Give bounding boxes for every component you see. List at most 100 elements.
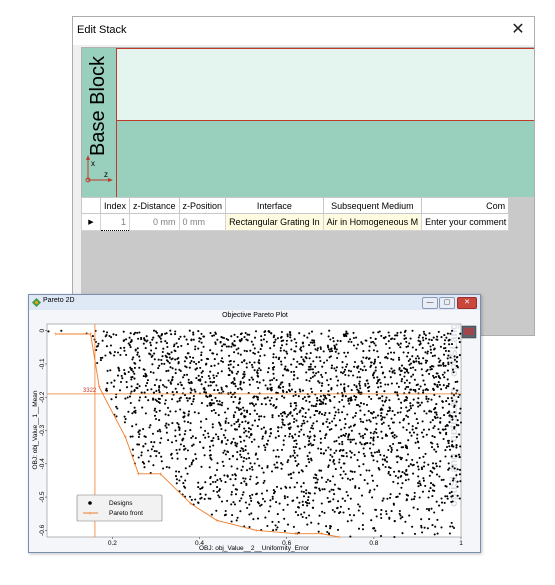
design-point [445, 336, 448, 339]
design-point [378, 450, 381, 454]
design-point [404, 446, 408, 449]
column-header-index[interactable]: Index [99, 197, 131, 214]
design-point [318, 403, 321, 406]
design-point [277, 455, 280, 458]
cell-comment[interactable]: Enter your comment [421, 213, 510, 231]
design-point [321, 510, 324, 513]
plot-settings-icon[interactable] [461, 325, 477, 339]
design-point [60, 329, 63, 332]
design-point [414, 368, 417, 372]
design-point [361, 369, 364, 372]
design-point [308, 437, 311, 440]
design-point [248, 503, 251, 506]
design-point [256, 425, 259, 428]
design-point [356, 343, 359, 346]
design-point [319, 395, 322, 398]
design-point [289, 455, 292, 458]
design-point [253, 336, 257, 339]
design-point [179, 335, 182, 338]
minimize-button[interactable]: — [422, 297, 438, 309]
design-point [255, 482, 258, 486]
maximize-button[interactable]: ▢ [439, 297, 455, 309]
design-point [283, 424, 286, 427]
row-indicator-icon[interactable]: ▶ [81, 213, 101, 231]
edit-stack-titlebar[interactable]: Edit Stack ✕ [73, 17, 534, 45]
design-point [271, 414, 274, 417]
cell-subsequent-medium[interactable]: Air in Homogeneous M [322, 213, 423, 231]
design-point [365, 469, 368, 472]
design-point [130, 338, 133, 342]
design-point [432, 344, 435, 347]
design-point [219, 340, 222, 343]
design-point [133, 406, 136, 409]
design-point [390, 446, 393, 449]
design-point [191, 444, 194, 447]
design-point [369, 336, 372, 339]
design-point [275, 379, 278, 382]
design-point [429, 441, 433, 444]
design-point [261, 497, 265, 500]
column-header-z-position[interactable]: z-Position [178, 197, 227, 214]
design-point [292, 471, 295, 474]
pareto-front-marker: + [320, 532, 324, 538]
column-header-z-distance[interactable]: z-Distance [129, 197, 180, 214]
design-point [283, 367, 286, 370]
design-point [368, 469, 371, 472]
design-point [420, 401, 423, 404]
pareto-plot[interactable]: Objective Pareto Plot optiSLangoptiSLang… [29, 310, 480, 552]
design-point [168, 356, 171, 359]
design-point [318, 381, 321, 384]
layer-region-bottom[interactable] [117, 121, 534, 204]
design-point [150, 448, 153, 451]
design-point [393, 433, 396, 437]
pareto-titlebar[interactable]: Pareto 2D — ▢ ✕ [29, 295, 480, 310]
column-header-comment[interactable]: Com [421, 197, 510, 214]
design-point [312, 499, 315, 502]
design-point [428, 518, 431, 521]
design-point [301, 406, 304, 410]
cell-z-position[interactable]: 0 mm [178, 213, 227, 231]
column-header-subsequent-medium[interactable]: Subsequent Medium [322, 197, 423, 214]
design-point [269, 432, 272, 435]
design-point [280, 462, 283, 465]
close-button[interactable]: ✕ [457, 297, 477, 309]
design-point [147, 399, 150, 402]
cell-index[interactable]: 1 [99, 213, 131, 231]
design-point [369, 365, 372, 368]
design-point [424, 337, 428, 340]
design-point [443, 334, 446, 337]
design-point [241, 493, 244, 496]
base-block-panel[interactable]: Base Block x z [82, 48, 117, 204]
design-point [393, 413, 396, 416]
design-point [435, 473, 439, 476]
design-point [303, 396, 306, 399]
design-point [207, 432, 210, 435]
design-point [194, 345, 197, 348]
design-point [152, 371, 155, 374]
design-point [178, 397, 181, 400]
design-point [422, 339, 425, 342]
cell-z-distance[interactable]: 0 mm [129, 213, 180, 231]
design-point [400, 486, 403, 489]
design-point [215, 384, 218, 387]
row-selector-header[interactable] [81, 197, 101, 214]
close-icon[interactable]: ✕ [506, 19, 530, 41]
design-point [183, 420, 186, 423]
design-point [263, 479, 266, 482]
cell-interface[interactable]: Rectangular Grating In [225, 213, 324, 231]
design-point [327, 346, 330, 349]
layer-region-top[interactable] [117, 48, 534, 121]
design-point [327, 348, 330, 351]
design-point [214, 411, 217, 415]
design-point [155, 454, 158, 458]
column-header-interface[interactable]: Interface [225, 197, 324, 214]
design-point [138, 331, 141, 334]
design-point [344, 355, 347, 358]
design-point [373, 358, 377, 361]
design-point [342, 434, 345, 437]
table-row[interactable]: ▶ 1 0 mm 0 mm Rectangular Grating In Air… [81, 213, 510, 231]
design-point [277, 414, 280, 417]
design-point [294, 439, 298, 442]
design-point [274, 524, 277, 527]
design-point [323, 511, 326, 514]
